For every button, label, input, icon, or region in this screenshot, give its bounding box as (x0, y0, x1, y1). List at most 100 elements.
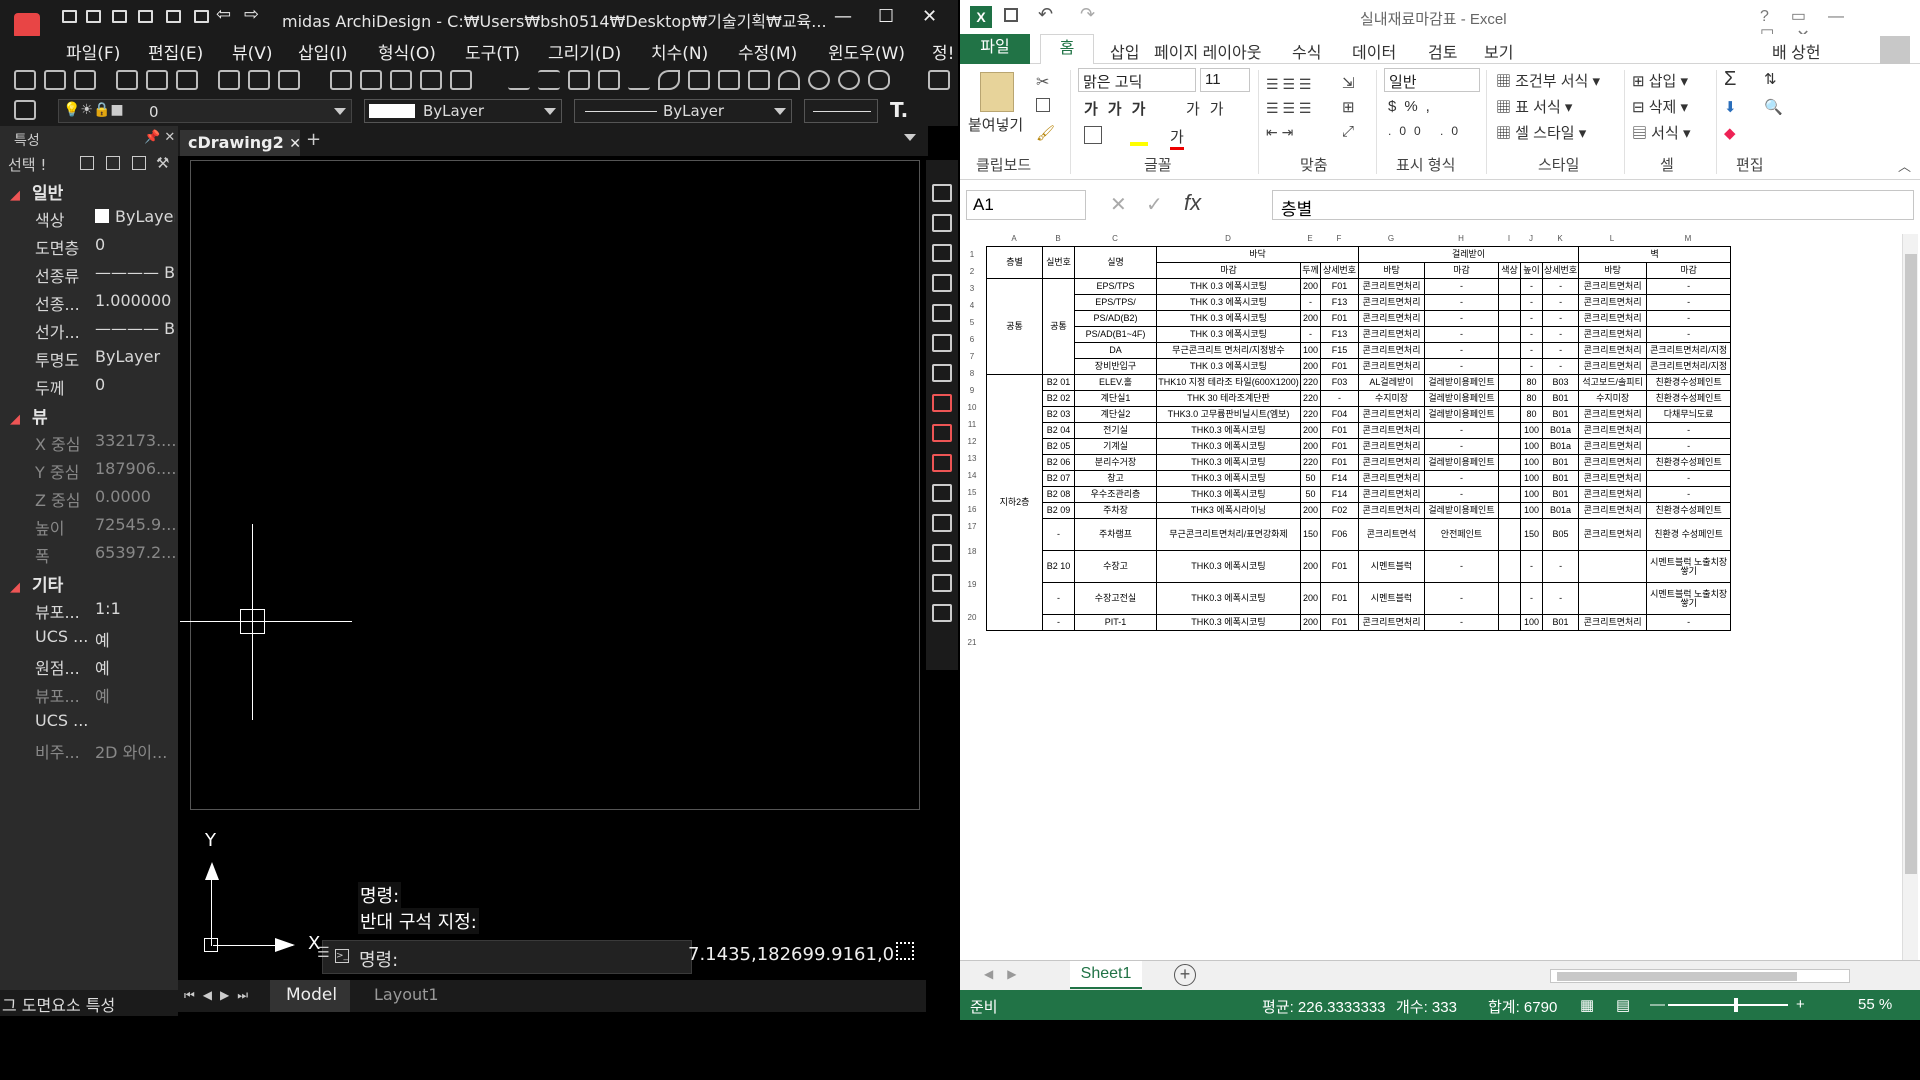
table-cell[interactable]: 콘크리트면처리 (1358, 486, 1425, 503)
borders-icon[interactable] (1084, 126, 1102, 144)
block-tool-icon[interactable] (420, 70, 442, 90)
table-cell[interactable]: - (1424, 438, 1499, 455)
table-cell[interactable]: B01a (1541, 422, 1580, 439)
tab-layout1[interactable]: Layout1 (374, 985, 439, 1004)
table-cell[interactable]: 걸레받이용페인트 (1424, 502, 1499, 519)
table-cell[interactable]: 50 (1300, 470, 1321, 487)
table-cell[interactable]: - (1424, 470, 1499, 487)
table-cell[interactable] (1498, 438, 1521, 455)
header-cell[interactable]: 층별 (986, 246, 1043, 279)
header-cell[interactable]: 걸레받이 (1357, 246, 1580, 263)
table-cell[interactable]: 콘크리트면처리 (1358, 438, 1425, 455)
table-cell[interactable]: B2 10 (1042, 550, 1075, 583)
table-cell[interactable]: B01 (1541, 390, 1580, 407)
table-cell[interactable]: 콘크리트면처리 (1358, 358, 1425, 375)
table-cell[interactable]: THK0.3 에폭시코팅 (1156, 486, 1301, 503)
avatar[interactable] (1880, 36, 1910, 64)
table-cell[interactable]: 걸레받이용페인트 (1424, 406, 1499, 423)
table-cell[interactable]: B2 02 (1042, 390, 1075, 407)
row-header[interactable]: 8 (960, 369, 984, 378)
table-cell[interactable]: - (1520, 342, 1543, 359)
table-cell[interactable]: 100 (1520, 614, 1543, 631)
hatch-icon[interactable] (598, 70, 620, 90)
layer-tool-icon[interactable] (278, 70, 300, 90)
table-cell[interactable]: 시멘트블럭 노출치장쌓기 (1646, 550, 1732, 583)
menu-tools[interactable]: 도구(T) (465, 39, 520, 64)
lineweight-combo[interactable] (804, 99, 878, 123)
vertical-scrollbar[interactable] (1902, 234, 1918, 960)
table-cell[interactable]: 콘크리트면처리 (1358, 470, 1425, 487)
table-cell[interactable]: 콘크리트면처리 (1358, 406, 1425, 423)
panel-tab-labels[interactable]: 그 도면요소 특성 (2, 992, 115, 1016)
snap-icon[interactable] (932, 604, 952, 622)
header-cell[interactable]: 마감 (1156, 262, 1301, 279)
table-cell[interactable]: 콘크리트면처리 (1358, 614, 1425, 631)
block-tool-icon[interactable] (450, 70, 472, 90)
table-cell[interactable]: 100 (1520, 454, 1543, 471)
block-tool-icon[interactable] (390, 70, 412, 90)
table-cell[interactable]: THK0.3 에폭시코팅 (1156, 582, 1301, 615)
layer-tool-icon[interactable] (44, 70, 66, 90)
table-cell[interactable]: F01 (1320, 422, 1359, 439)
command-input[interactable]: ☰ >_ 명령: (317, 940, 692, 974)
close-icon[interactable]: ✕ (922, 6, 937, 27)
table-cell[interactable]: F01 (1320, 358, 1359, 375)
fill-color-icon[interactable] (1130, 142, 1148, 146)
table-cell[interactable]: 시멘트블럭 (1358, 582, 1425, 615)
table-cell[interactable]: THK3.0 고무륨판비닐시트(엠보) (1156, 406, 1301, 423)
layer-tool-icon[interactable] (248, 70, 270, 90)
prop-value[interactable]: 0 (95, 375, 175, 394)
tab-formulas[interactable]: 수식 (1292, 39, 1321, 63)
table-cell[interactable] (1498, 422, 1521, 439)
table-cell[interactable]: 220 (1300, 454, 1321, 471)
prop-value[interactable]: 1.000000 (95, 291, 175, 310)
table-cell[interactable]: 주차램프 (1074, 518, 1157, 551)
pin-icon[interactable]: 📌 ✕ (144, 130, 175, 145)
table-cell[interactable]: THK 0.3 에폭시코팅 (1156, 310, 1301, 327)
table-cell[interactable]: 100 (1520, 470, 1543, 487)
dimension-icon[interactable] (628, 70, 650, 90)
table-cell[interactable]: 200 (1300, 614, 1321, 631)
section-misc[interactable]: ◢ 기타 (10, 571, 63, 596)
paste-icon[interactable] (980, 72, 1014, 112)
table-cell[interactable]: 콘크리트면처리 (1578, 518, 1648, 551)
snap-icon[interactable] (932, 574, 952, 592)
drawing-viewport[interactable] (190, 160, 920, 810)
undo-icon[interactable]: ⇦ (216, 4, 231, 25)
tab-cdrawing2[interactable]: cDrawing2 ✕ (180, 130, 301, 156)
table-cell[interactable]: 200 (1300, 550, 1321, 583)
column-header[interactable]: J (1520, 234, 1542, 244)
table-cell[interactable]: THK 0.3 에폭시코팅 (1156, 294, 1301, 311)
pen-icon[interactable] (688, 70, 710, 90)
name-box[interactable]: A1 (966, 190, 1086, 220)
tab-page-layout[interactable]: 페이지 레이아웃 (1154, 39, 1262, 63)
worksheet[interactable]: A B C D E F G H I J K L M 1 2 3 4 5 6 7 8 9 10 11 1… (960, 230, 1920, 960)
table-cell[interactable]: B03 (1541, 374, 1580, 391)
row-header[interactable]: 16 (960, 505, 984, 514)
table-cell[interactable]: 200 (1300, 422, 1321, 439)
zoom-out-icon[interactable]: — (1650, 996, 1665, 1013)
snap-icon[interactable] (932, 184, 952, 202)
props-tool-icon[interactable]: ⚒ (156, 154, 169, 172)
header-cell[interactable]: 색상 (1498, 262, 1521, 279)
table-cell[interactable] (1498, 454, 1521, 471)
table-cell[interactable]: 콘크리트면처리 (1578, 470, 1648, 487)
row-header[interactable]: 11 (960, 420, 984, 429)
snap-icon[interactable] (932, 244, 952, 262)
table-cell[interactable] (1498, 310, 1521, 327)
collapse-ribbon-icon[interactable]: ︿ (1898, 156, 1911, 175)
table-cell[interactable]: B2 03 (1042, 406, 1075, 423)
table-cell[interactable]: - (1300, 294, 1321, 311)
insert-cells-button[interactable]: ⊞ 삽입 ▾ (1632, 70, 1688, 91)
table-cell[interactable]: PS/AD(B2) (1074, 310, 1157, 327)
table-cell[interactable]: THK0.3 에폭시코팅 (1156, 438, 1301, 455)
table-cell[interactable]: THK10 지정 테라조 타일(600X1200) (1156, 374, 1301, 391)
table-cell[interactable]: F01 (1320, 614, 1359, 631)
table-cell[interactable]: 콘크리트면처리 (1578, 406, 1648, 423)
copy-icon[interactable] (1036, 98, 1050, 112)
table-cell[interactable] (1498, 294, 1521, 311)
table-cell[interactable]: 계단실1 (1074, 390, 1157, 407)
panel-icon[interactable] (928, 70, 950, 90)
table-cell[interactable]: F01 (1320, 310, 1359, 327)
table-cell[interactable]: AL걸레받이 (1358, 374, 1425, 391)
